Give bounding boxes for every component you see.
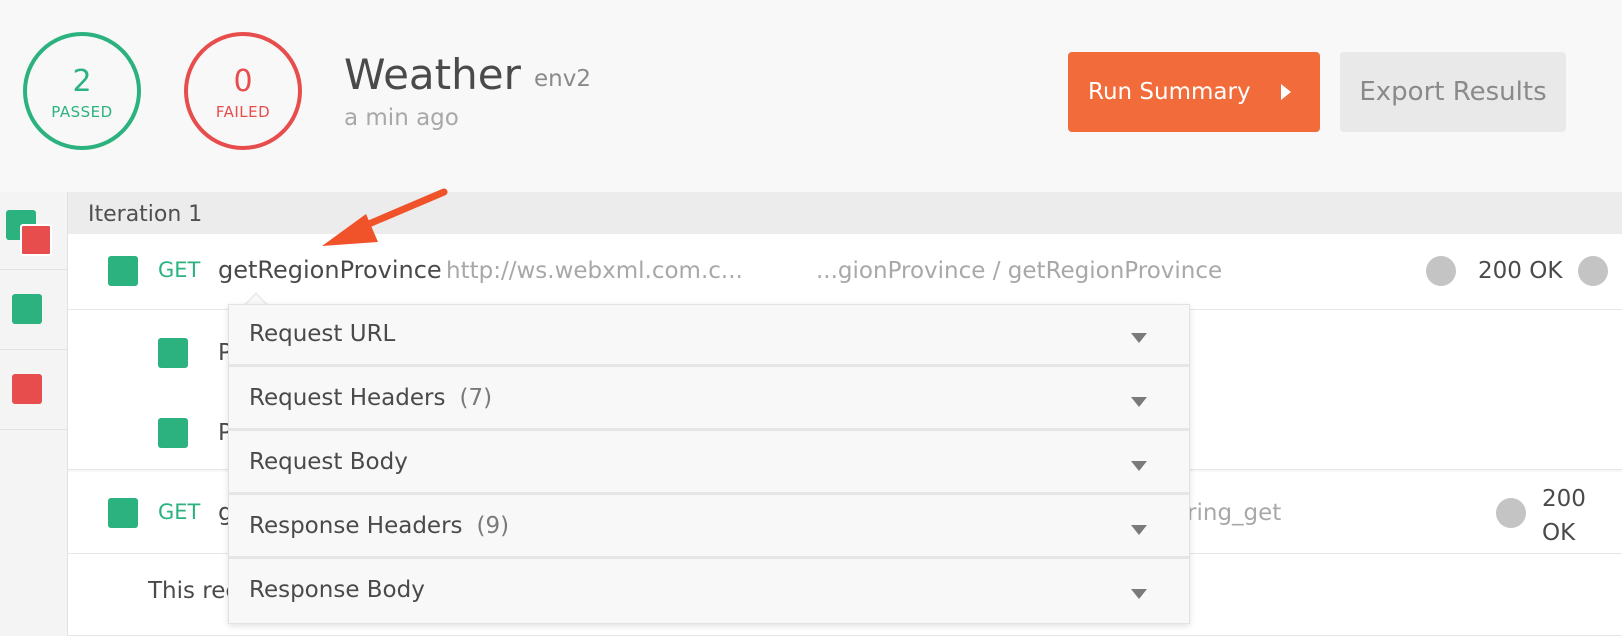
note-text: This rec [148, 578, 239, 604]
menu-item-label: Request Headers [249, 385, 446, 411]
menu-item-label: Response Headers [249, 513, 463, 539]
rail-iteration-summary[interactable] [0, 192, 67, 270]
request-method: GET [158, 500, 201, 524]
caret-right-icon [1280, 84, 1291, 100]
menu-item-label: Request URL [249, 321, 396, 347]
chevron-down-icon [1131, 461, 1147, 471]
menu-item-count: (7) [459, 385, 493, 411]
environment-name: env2 [534, 66, 591, 92]
menu-item-label: Request Body [249, 449, 408, 475]
pass-status-icon [108, 256, 138, 286]
menu-item-response-headers[interactable]: Response Headers (9) [229, 497, 1189, 559]
menu-item-response-body[interactable]: Response Body [229, 561, 1189, 623]
response-status: 200 OK [1478, 258, 1563, 284]
chevron-down-icon [1131, 589, 1147, 599]
run-summary-label: Run Summary [1088, 79, 1251, 105]
menu-item-count: (9) [476, 513, 510, 539]
response-status: 200 OK [1542, 482, 1586, 550]
request-details-menu: Request URL Request Headers (7) Request B… [228, 304, 1190, 624]
passed-label: PASSED [51, 103, 113, 121]
collection-title: Weather [344, 50, 521, 99]
request-row[interactable]: GET getRegionProvince http://ws.webxml.c… [68, 234, 1622, 310]
response-size-icon [1578, 256, 1608, 286]
menu-item-request-url[interactable]: Request URL [229, 305, 1189, 367]
run-timestamp: a min ago [344, 105, 459, 131]
chevron-down-icon [1131, 397, 1147, 407]
response-status-text: OK [1542, 520, 1576, 546]
response-status-code: 200 [1542, 486, 1586, 512]
run-summary-button[interactable]: Run Summary [1068, 52, 1320, 132]
run-summary-header: 2 PASSED 0 FAILED Weather env2 a min ago… [0, 0, 1622, 192]
request-path: tring_get [1178, 500, 1282, 526]
rail-pass-filter[interactable] [0, 270, 67, 350]
rail-fail-filter[interactable] [0, 350, 67, 430]
response-time-icon [1496, 498, 1526, 528]
failed-counter: 0 FAILED [184, 32, 302, 150]
passed-count: 2 [72, 64, 92, 99]
pass-status-icon [158, 418, 188, 448]
fail-status-icon [20, 224, 52, 256]
request-method: GET [158, 258, 201, 282]
menu-item-request-headers[interactable]: Request Headers (7) [229, 369, 1189, 431]
pass-status-icon [158, 338, 188, 368]
failed-count: 0 [233, 64, 253, 99]
response-time-icon [1426, 256, 1456, 286]
pass-status-icon [12, 294, 42, 324]
menu-item-request-body[interactable]: Request Body [229, 433, 1189, 495]
chevron-down-icon [1131, 525, 1147, 535]
request-url: http://ws.webxml.com.c... [446, 258, 743, 284]
pass-status-icon [108, 498, 138, 528]
iteration-rail [0, 192, 68, 636]
chevron-down-icon [1131, 333, 1147, 343]
request-name[interactable]: getRegionProvince [218, 256, 442, 284]
export-results-button[interactable]: Export Results [1340, 52, 1566, 132]
passed-counter: 2 PASSED [23, 32, 141, 150]
fail-status-icon [12, 374, 42, 404]
iteration-header: Iteration 1 [68, 192, 1622, 234]
failed-label: FAILED [215, 103, 271, 121]
menu-item-label: Response Body [249, 577, 425, 603]
request-path: ...gionProvince / getRegionProvince [816, 258, 1223, 284]
